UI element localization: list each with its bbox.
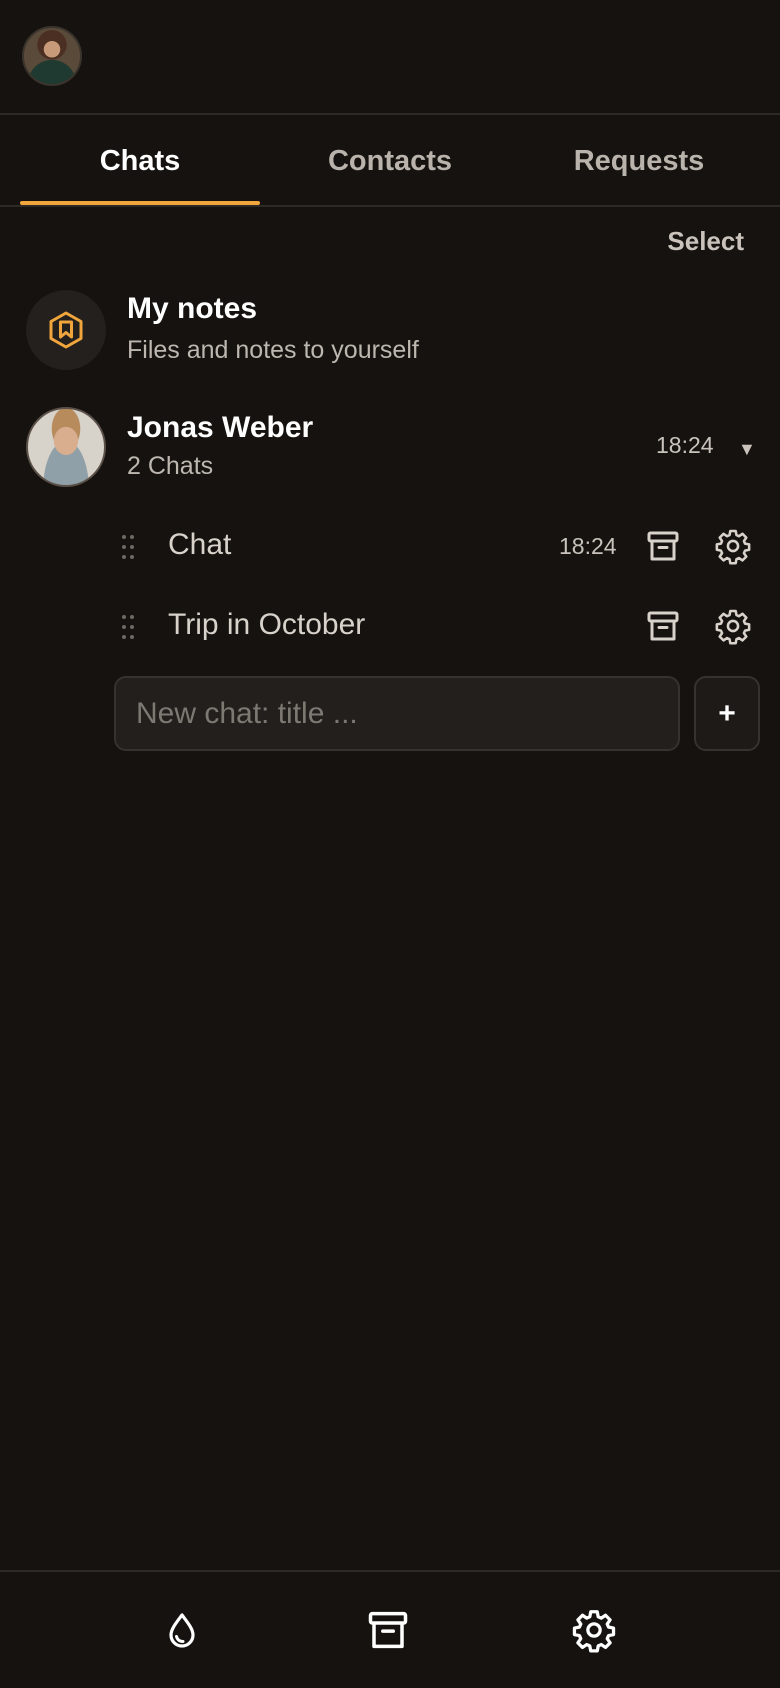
archive-icon bbox=[647, 611, 679, 641]
expand-caret-icon[interactable]: ▼ bbox=[738, 439, 756, 460]
chat-settings-button[interactable] bbox=[711, 604, 755, 648]
my-notes-row[interactable]: My notes Files and notes to yourself bbox=[0, 290, 780, 372]
chat-title: Trip in October bbox=[168, 608, 366, 641]
tab-chats[interactable]: Chats bbox=[15, 117, 265, 205]
app-root: Chats Contacts Requests Select My notes … bbox=[0, 0, 780, 1688]
chat-title: Chat bbox=[168, 528, 232, 561]
chat-row[interactable]: Chat 18:24 bbox=[0, 511, 780, 581]
contact-chat-count: 2 Chats bbox=[127, 452, 214, 480]
contact-time: 18:24 bbox=[656, 432, 714, 458]
gear-icon bbox=[715, 609, 751, 645]
archive-chat-button[interactable] bbox=[641, 524, 685, 568]
my-notes-title: My notes bbox=[127, 292, 258, 325]
chat-time: 18:24 bbox=[559, 533, 617, 559]
gear-icon bbox=[715, 529, 751, 565]
add-chat-button[interactable]: + bbox=[694, 676, 760, 751]
tab-contacts[interactable]: Contacts bbox=[265, 117, 515, 205]
contact-name: Jonas Weber bbox=[127, 411, 314, 444]
select-button[interactable]: Select bbox=[667, 226, 744, 257]
bottom-nav bbox=[0, 1570, 780, 1688]
archive-chat-button[interactable] bbox=[641, 604, 685, 648]
nav-archive-button[interactable] bbox=[358, 1600, 418, 1660]
drop-icon bbox=[169, 1613, 195, 1648]
archive-icon bbox=[368, 1611, 408, 1649]
chat-settings-button[interactable] bbox=[711, 524, 755, 568]
nav-drop-button[interactable] bbox=[152, 1600, 212, 1660]
gear-icon bbox=[572, 1610, 616, 1653]
my-notes-subtitle: Files and notes to yourself bbox=[127, 336, 419, 364]
drag-handle-icon[interactable] bbox=[121, 534, 135, 560]
tab-requests[interactable]: Requests bbox=[514, 117, 764, 205]
my-avatar[interactable] bbox=[22, 26, 82, 86]
drag-handle-icon[interactable] bbox=[121, 614, 135, 640]
contact-row[interactable]: Jonas Weber 2 Chats 18:24 ▼ bbox=[0, 405, 780, 489]
bookmark-hexagon-icon bbox=[49, 311, 83, 349]
tab-bar: Chats Contacts Requests bbox=[0, 117, 780, 207]
my-notes-icon-wrap bbox=[26, 290, 106, 370]
contact-avatar bbox=[26, 407, 106, 487]
active-tab-indicator bbox=[20, 201, 260, 205]
top-bar bbox=[0, 0, 780, 115]
new-chat-input[interactable] bbox=[114, 676, 680, 751]
chat-row[interactable]: Trip in October bbox=[0, 591, 780, 661]
nav-settings-button[interactable] bbox=[564, 1600, 624, 1660]
archive-icon bbox=[647, 531, 679, 561]
